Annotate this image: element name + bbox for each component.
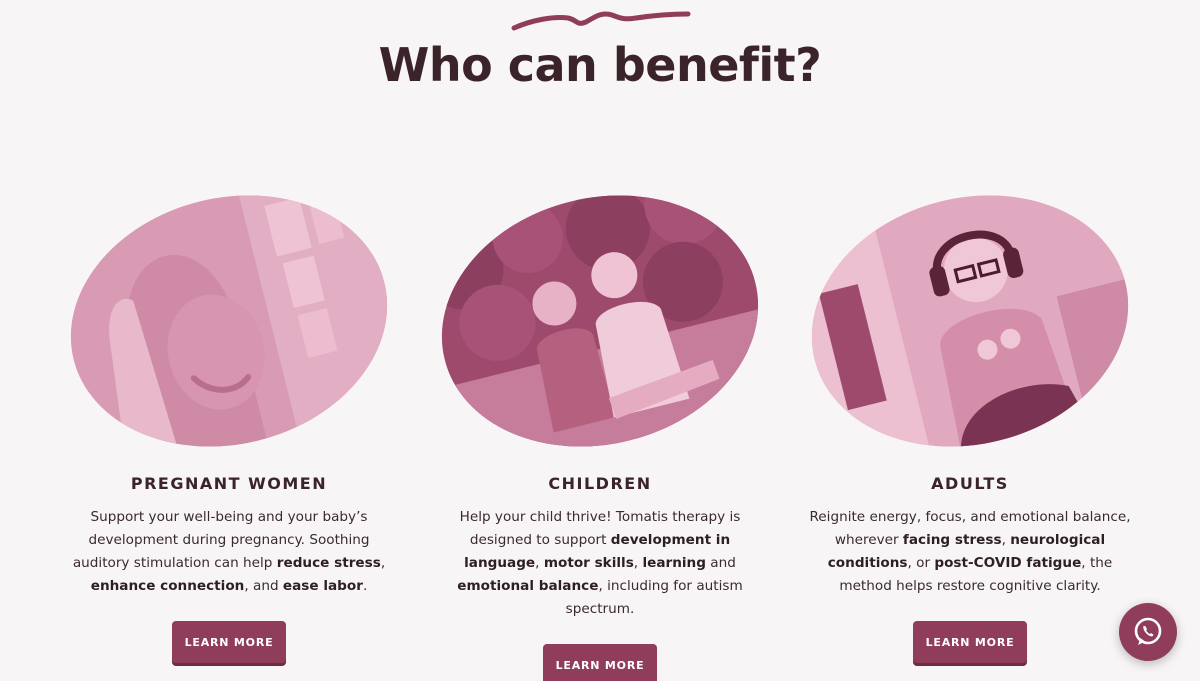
emphasis-text: reduce stress (276, 555, 381, 571)
emphasis-text: learning (642, 555, 706, 571)
benefit-card-pregnant-women: PREGNANT WOMEN Support your well-being a… (43, 162, 415, 663)
learn-more-button-pregnant-women[interactable]: LEARN MORE (172, 621, 286, 663)
adult-knitting-photo (784, 162, 1156, 480)
whatsapp-icon (1134, 617, 1162, 645)
body-text: . (362, 578, 368, 594)
emphasis-text: ease labor (282, 578, 363, 594)
card-description: Help your child thrive! Tomatis therapy … (433, 506, 768, 621)
section-title: Who can benefit? (378, 38, 822, 92)
benefit-card-children: CHILDREN Help your child thrive! Tomatis… (414, 162, 786, 681)
emphasis-text: post-COVID fatigue (934, 555, 1082, 571)
brush-squiggle-icon (511, 11, 691, 31)
card-description: Support your well-being and your baby’s … (62, 506, 397, 598)
learn-more-button-adults[interactable]: LEARN MORE (913, 621, 1027, 663)
learn-more-button-children[interactable]: LEARN MORE (543, 644, 657, 681)
body-text: , (380, 555, 386, 571)
pregnant-woman-photo (43, 162, 415, 480)
body-text: , or (907, 555, 935, 571)
body-text: , (1001, 532, 1011, 548)
children-photo (414, 162, 786, 480)
body-text: and (705, 555, 736, 571)
emphasis-text: emotional balance (457, 578, 599, 594)
emphasis-text: motor skills (543, 555, 634, 571)
benefit-card-adults: ADULTS Reignite energy, focus, and emoti… (784, 162, 1156, 663)
card-heading: CHILDREN (548, 474, 652, 493)
benefit-section: Who can benefit? PREGNANT WOMEN Support … (0, 0, 1200, 681)
card-description: Reignite energy, focus, and emotional ba… (803, 506, 1138, 598)
body-text: , (535, 555, 544, 571)
emphasis-text: facing stress (902, 532, 1002, 548)
emphasis-text: enhance connection (90, 578, 245, 594)
body-text: , and (244, 578, 283, 594)
whatsapp-chat-button[interactable] (1119, 603, 1177, 661)
card-heading: ADULTS (931, 474, 1009, 493)
card-heading: PREGNANT WOMEN (130, 474, 328, 493)
